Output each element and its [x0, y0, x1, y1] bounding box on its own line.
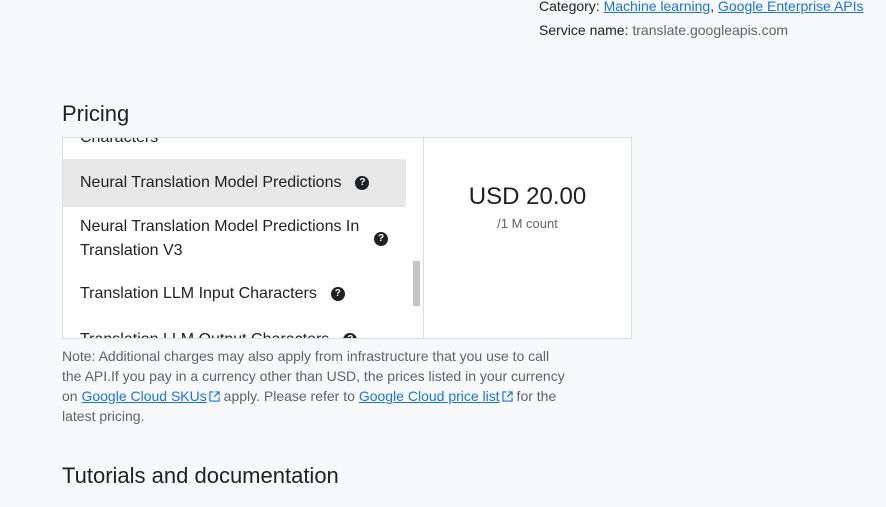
external-link-icon — [209, 391, 220, 402]
google-cloud-price-list-link[interactable]: Google Cloud price list — [359, 388, 513, 404]
price-unit: /1 M count — [497, 216, 558, 231]
category-label: Category: — [539, 0, 600, 14]
sku-item-characters[interactable]: Characters — [63, 138, 406, 150]
sku-label: Translation LLM Input Characters — [80, 285, 317, 302]
google-cloud-price-list-label: Google Cloud price list — [358, 388, 500, 404]
tutorials-heading: Tutorials and documentation — [62, 463, 339, 488]
sku-label: Neural Translation Model Predictions — [80, 174, 342, 191]
google-cloud-skus-label: Google Cloud SKUs — [81, 388, 207, 404]
page: Category: Machine learning, Google Enter… — [0, 0, 886, 507]
sku-label: Neural Translation Model Predictions In … — [80, 218, 360, 259]
service-name-row: Service name: translate.googleapis.com — [539, 22, 788, 38]
category-link-google-enterprise-apis[interactable]: Google Enterprise APIs — [718, 0, 864, 14]
pricing-heading: Pricing — [62, 101, 130, 126]
price-panel: USD 20.00 /1 M count — [424, 138, 631, 338]
service-name-label: Service name: — [539, 22, 629, 38]
sku-item-neural-translation-model-predictions[interactable]: Neural Translation Model Predictions ? — [63, 159, 406, 207]
pricing-panel: Characters Neural Translation Model Pred… — [62, 137, 632, 339]
help-icon[interactable]: ? — [374, 232, 388, 246]
category-row: Category: Machine learning, Google Enter… — [539, 0, 864, 14]
sku-label: Translation LLM Output Characters — [80, 328, 329, 338]
sku-item-translation-llm-output-characters[interactable]: Translation LLM Output Characters ? — [63, 328, 406, 338]
sku-list-scrollbar[interactable] — [413, 261, 420, 306]
sku-list[interactable]: Characters Neural Translation Model Pred… — [63, 138, 424, 338]
external-link-icon — [501, 391, 513, 402]
pricing-note: Note: Additional charges may also apply … — [62, 346, 567, 426]
category-separator: , — [710, 0, 715, 14]
sku-item-neural-translation-v3[interactable]: Neural Translation Model Predictions In … — [63, 214, 406, 264]
help-icon[interactable]: ? — [343, 333, 358, 338]
note-text-2: apply. Please refer to — [219, 388, 359, 404]
price-amount: USD 20.00 — [468, 183, 587, 210]
sku-item-translation-llm-input-characters[interactable]: Translation LLM Input Characters ? — [63, 282, 406, 306]
service-name-value: translate.googleapis.com — [632, 22, 789, 38]
category-link-machine-learning[interactable]: Machine learning — [604, 0, 711, 14]
sku-label: Characters — [80, 138, 158, 150]
help-icon[interactable]: ? — [330, 287, 345, 301]
google-cloud-skus-link[interactable]: Google Cloud SKUs — [81, 388, 220, 404]
help-icon[interactable]: ? — [355, 176, 370, 190]
